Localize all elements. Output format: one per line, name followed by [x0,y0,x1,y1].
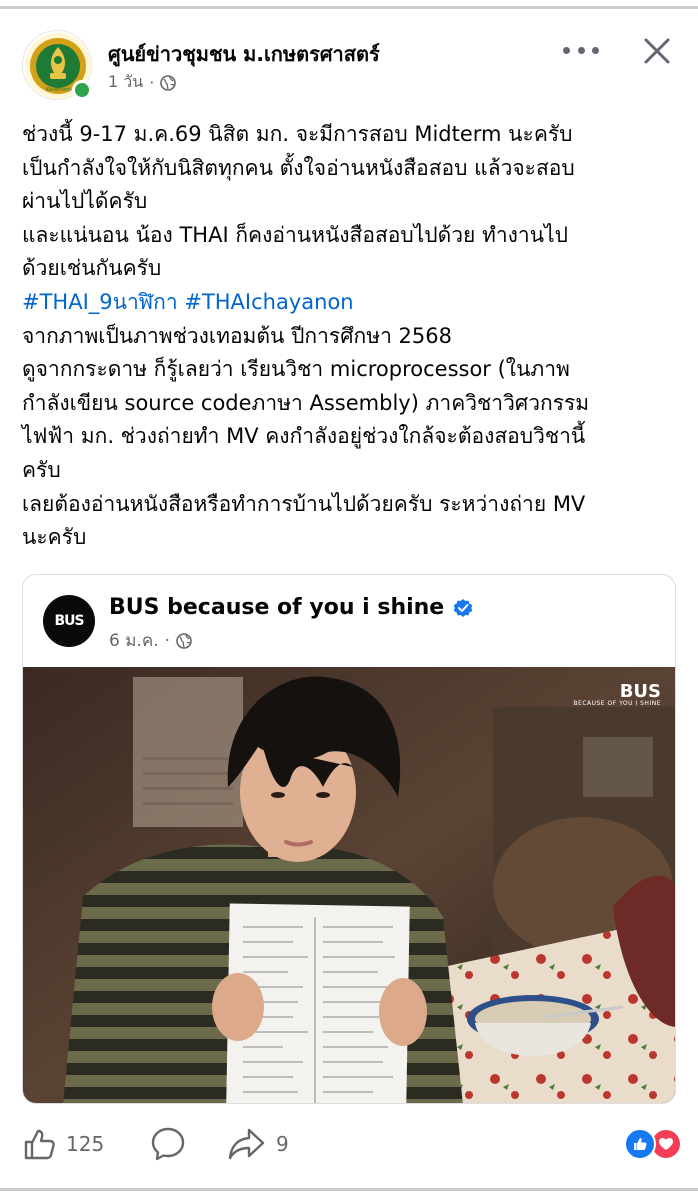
globe-icon [160,74,177,91]
reaction-summary[interactable] [624,1128,682,1160]
hashtag-line: #THAI_9นาฬิกา #THAIchayanon [22,286,682,320]
caption-line: เป็นกำลังใจให้กับนิสิตทุกคน ตั้งใจอ่านหน… [22,155,575,180]
like-button[interactable]: 125 [22,1122,104,1166]
photo-watermark-text: BUS [619,681,661,702]
like-count: 125 [66,1132,105,1156]
page-title[interactable]: ศูนย์ข่าวชุมชน ม.เกษตรศาสตร์ [108,38,380,70]
like-reaction-icon [624,1128,656,1160]
shared-page-avatar[interactable]: BUS [43,595,95,647]
caption-line: ครับ [22,457,61,482]
caption-line: ดูจากกระดาษ ก็รู้เลยว่า เรียนวิชา microp… [22,357,570,382]
post-timestamp[interactable]: 1 วัน [108,70,143,95]
post-caption: ช่วงนี้ 9-17 ม.ค.69 นิสิต มก. จะมีการสอบ… [22,118,682,555]
meta-separator: · [149,73,155,92]
caption-line: เลยต้องอ่านหนังสือหรือทำการบ้านไปด้วยครั… [22,491,586,516]
caption-line: จากภาพเป็นภาพช่วงเทอมต้น ปีการศึกษา 2568 [22,323,452,348]
shared-post-photo[interactable] [23,667,676,1104]
share-button[interactable]: 9 [228,1122,289,1166]
logo-text: Kasetsart [46,87,70,93]
post-action-bar: 125 9 [22,1122,682,1166]
caption-line: ด้วยเช่นกันครับ [22,256,162,281]
caption-line: ไฟฟ้า มก. ช่วงถ่ายทำ MV คงกำลังอยู่ช่วงใ… [22,424,586,449]
shared-page-name-row: BUS because of you i shine [109,595,474,620]
comment-button[interactable] [150,1122,186,1166]
caption-line: ผ่านไปได้ครับ [22,189,148,214]
verified-badge-icon [454,598,473,617]
bottom-divider [0,1188,698,1191]
shared-post-card[interactable]: BUS BUS because of you i shine 6 ม.ค. · [22,574,676,1104]
more-icon-dot [592,46,599,54]
more-options-button[interactable] [563,36,599,64]
post-meta: 1 วัน · [108,70,177,95]
hashtag-link[interactable]: #THAI_9นาฬิกา [22,290,178,314]
share-icon [228,1128,265,1160]
photo-watermark-subtext: BECAUSE OF YOU I SHINE [573,700,661,707]
caption-line: นะครับ [22,525,87,550]
globe-icon [176,632,192,649]
meta-separator: · [164,630,171,651]
online-status-badge [72,80,92,100]
close-icon[interactable] [640,34,674,68]
caption-line: ช่วงนี้ 9-17 ม.ค.69 นิสิต มก. จะมีการสอบ… [22,122,573,146]
share-count: 9 [276,1132,289,1156]
comment-icon [151,1127,185,1161]
shared-page-name[interactable]: BUS because of you i shine [109,595,444,620]
shared-post-date[interactable]: 6 ม.ค. [109,627,159,654]
more-icon-dot [577,46,585,54]
hashtag-link[interactable]: #THAIchayanon [184,290,353,314]
photo-watermark-logo: BUS BECAUSE OF YOU I SHINE [573,681,661,707]
shared-post-meta: 6 ม.ค. · [109,627,192,654]
caption-line: และแน่นอน น้อง THAI ก็คงอ่านหนังสือสอบไป… [22,222,568,247]
caption-line: กำลังเขียน source codeภาษา Assembly) ภาค… [22,390,590,415]
more-icon-dot [563,46,570,54]
thumbs-up-icon [24,1129,55,1160]
top-divider [0,6,698,9]
